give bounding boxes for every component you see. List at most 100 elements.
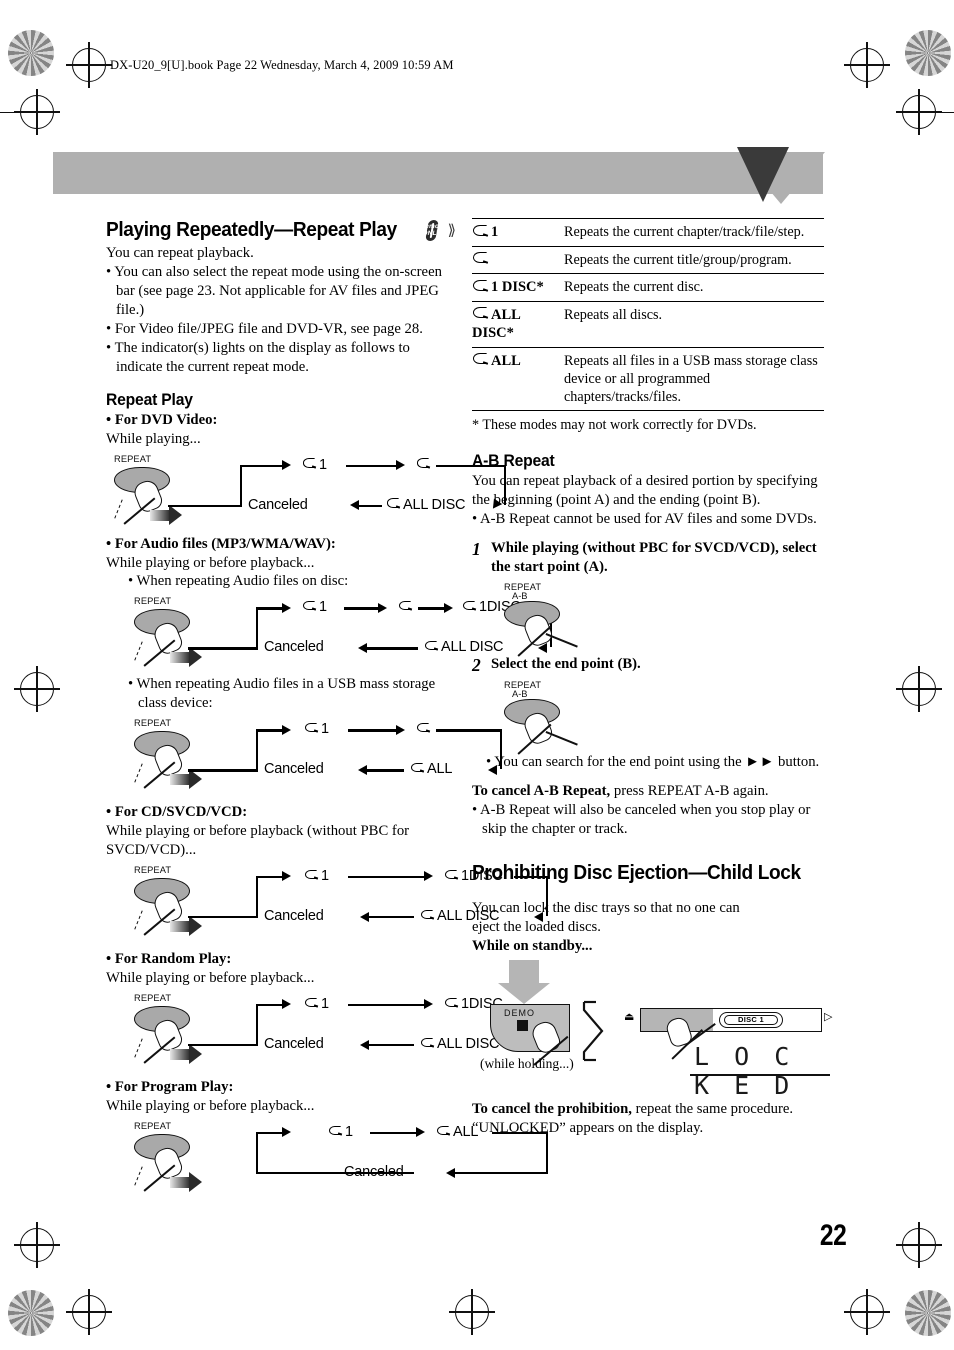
flow-diagram-audio-usb: REPEAT 1 ALL Canceled bbox=[106, 717, 503, 797]
repeat-ab-label-line2: A-B bbox=[512, 689, 528, 700]
flow-line bbox=[188, 916, 258, 919]
flow-line bbox=[188, 1044, 258, 1047]
play-marker-icon: ▷ bbox=[824, 1010, 833, 1023]
flow-line bbox=[188, 769, 258, 772]
flow-line bbox=[256, 1132, 259, 1175]
flow-diagram-program: REPEAT 1 ALL Canceled bbox=[106, 1120, 549, 1200]
child-lock-intro: You can lock the disc trays so that no o… bbox=[472, 900, 740, 936]
step-text: While playing (without PBC for SVCD/VCD)… bbox=[491, 540, 817, 576]
right-column: 1 Repeats the current chapter/track/file… bbox=[472, 218, 872, 1138]
registration-mark-top-left bbox=[66, 42, 112, 88]
pointer-dash bbox=[134, 641, 143, 661]
step-number: 2 bbox=[472, 655, 481, 676]
flow-line bbox=[256, 1004, 284, 1007]
flow-line bbox=[256, 607, 284, 610]
section-heading-program: • For Program Play: bbox=[106, 1079, 234, 1096]
ab-button-diagram-2: REPEAT A-B bbox=[472, 679, 824, 755]
flow-line bbox=[256, 729, 259, 772]
bracket-arrow-icon bbox=[582, 1000, 604, 1062]
page-title: Playing Repeatedly—Repeat Play bbox=[106, 218, 397, 241]
corner-rosette-bottom-right bbox=[905, 1290, 951, 1336]
header-band-triangle-dark bbox=[737, 147, 789, 202]
repeat-ab-button-1[interactable]: REPEAT A-B bbox=[496, 581, 592, 659]
press-arrow-icon bbox=[170, 647, 202, 668]
desc-cell: Repeats the current disc. bbox=[564, 273, 824, 302]
mode-cell: ALL DISC* bbox=[472, 300, 564, 348]
flow-line bbox=[256, 607, 259, 650]
repeat-button-program[interactable]: REPEAT bbox=[126, 1120, 222, 1198]
section-lead-random: While playing or before playback... bbox=[106, 970, 315, 987]
flow-line bbox=[188, 647, 258, 650]
arrow-right-icon bbox=[444, 602, 453, 613]
flow-node: ALL DISC bbox=[386, 497, 466, 513]
corner-rosette-top-left bbox=[8, 30, 54, 76]
disc-indicator: DISC 1 bbox=[719, 1011, 783, 1028]
flow-diagram-random: REPEAT 1 1DISC ALL DISC Canceled bbox=[106, 992, 549, 1072]
flow-node: 1 bbox=[304, 721, 329, 737]
intro-bullet-0: • You can also select the repeat mode us… bbox=[106, 263, 442, 318]
repeat-button-label: REPEAT bbox=[134, 718, 172, 729]
mode-cell: 1 DISC* bbox=[472, 273, 564, 302]
flow-line bbox=[358, 504, 382, 507]
mode-cell: 1 bbox=[472, 218, 564, 247]
flow-node: Canceled bbox=[264, 639, 324, 656]
intro-bullet-2: • The indicator(s) lights on the display… bbox=[106, 339, 410, 375]
arrow-right-icon bbox=[282, 871, 291, 882]
flow-node: ALL bbox=[410, 761, 452, 777]
section-lead-cd: While playing or before playback (withou… bbox=[106, 823, 410, 859]
flow-diagram-audio-disc: REPEAT 1 1DISC ALL DISC Canceled bbox=[106, 595, 553, 675]
repeat-button-label: REPEAT bbox=[134, 1121, 172, 1132]
repeat-button-audio-disc[interactable]: REPEAT bbox=[126, 595, 222, 673]
flow-line bbox=[240, 464, 284, 467]
badge-knob-icon bbox=[817, 885, 827, 895]
table-row: 1 DISC* Repeats the current disc. bbox=[472, 273, 824, 302]
registration-mark-lower-right bbox=[896, 1222, 942, 1268]
repeat-button-random[interactable]: REPEAT bbox=[126, 992, 222, 1070]
flow-line bbox=[346, 464, 398, 467]
press-arrow-icon bbox=[170, 916, 202, 937]
table-row: ALL Repeats all files in a USB mass stor… bbox=[472, 346, 824, 412]
header-band bbox=[53, 152, 823, 194]
flow-line bbox=[370, 1132, 418, 1135]
arrow-right-icon bbox=[416, 1127, 425, 1138]
flow-node: 1 bbox=[302, 599, 327, 615]
repeat-button-audio-usb[interactable]: REPEAT bbox=[126, 717, 222, 795]
repeat-button-cd[interactable]: REPEAT bbox=[126, 864, 222, 942]
registration-mark-mid-right bbox=[896, 666, 942, 712]
arrow-right-icon bbox=[396, 724, 405, 735]
flow-node: Canceled bbox=[264, 761, 324, 778]
child-lock-standby: While on standby... bbox=[472, 938, 593, 955]
flow-line bbox=[256, 876, 284, 879]
registration-mark-upper-right bbox=[896, 89, 942, 135]
flow-node: Canceled bbox=[344, 1164, 404, 1181]
registration-mark-bottom-right bbox=[844, 1289, 890, 1335]
repeat-ab-button-2[interactable]: REPEAT A-B bbox=[496, 679, 592, 757]
corner-rosette-bottom-left bbox=[8, 1290, 54, 1336]
flow-line bbox=[348, 729, 398, 732]
demo-button[interactable] bbox=[517, 1019, 528, 1031]
flow-node: 1 bbox=[328, 1124, 353, 1140]
registration-mark-top-right bbox=[844, 42, 890, 88]
pointer-dash bbox=[134, 1038, 143, 1058]
badge-cap bbox=[839, 861, 872, 872]
repeat-button-dvd[interactable]: REPEAT bbox=[106, 453, 202, 531]
signal-wave-icon: ⟫ bbox=[447, 220, 456, 239]
step-number: 1 bbox=[472, 539, 481, 560]
press-arrow-icon bbox=[150, 504, 182, 525]
arrow-left-icon bbox=[360, 1039, 369, 1050]
table-footnote: * These modes may not work correctly for… bbox=[472, 417, 757, 434]
lcd-display-text: L O C K E D bbox=[694, 1041, 795, 1100]
press-arrow-icon bbox=[170, 769, 202, 790]
flow-line bbox=[368, 1044, 414, 1047]
press-arrow-icon bbox=[170, 1044, 202, 1065]
crop-line-top-right bbox=[936, 112, 954, 114]
mode-cell bbox=[472, 245, 564, 274]
flow-line bbox=[256, 876, 259, 919]
registration-mark-bottom-center bbox=[449, 1289, 495, 1335]
table-row: ALL DISC* Repeats all discs. bbox=[472, 300, 824, 348]
arrow-left-icon bbox=[446, 1167, 455, 1178]
pointer-line-2 bbox=[545, 633, 578, 648]
flow-line bbox=[240, 464, 243, 507]
flow-line bbox=[368, 916, 414, 919]
arrow-right-icon bbox=[282, 999, 291, 1010]
